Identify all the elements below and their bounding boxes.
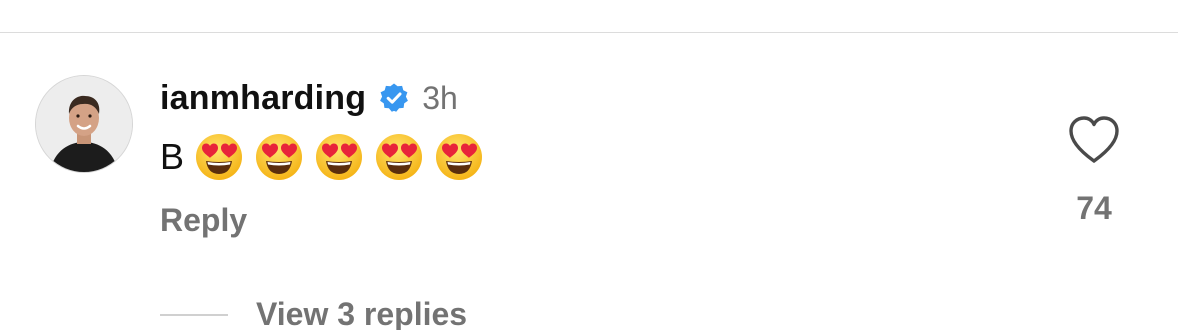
heart-eyes-emoji-icon	[194, 132, 244, 182]
divider	[0, 32, 1178, 33]
comment-header: ianmharding 3h	[160, 76, 458, 120]
comment-text: B	[160, 136, 185, 177]
reply-button[interactable]: Reply	[160, 202, 247, 239]
verified-badge-icon	[378, 82, 410, 114]
username[interactable]: ianmharding	[160, 79, 366, 118]
comment-thread: ianmharding 3h B Reply 74 View 3 replies	[0, 0, 1178, 330]
heart-eyes-emoji-icon	[254, 132, 304, 182]
heart-eyes-emoji-icon	[374, 132, 424, 182]
heart-eyes-emoji-icon	[434, 132, 484, 182]
heart-eyes-emoji-icon	[314, 132, 364, 182]
like-count: 74	[1076, 190, 1112, 226]
view-replies-button[interactable]: View 3 replies	[160, 296, 467, 330]
timestamp: 3h	[422, 79, 458, 116]
view-replies-label: View 3 replies	[256, 296, 468, 330]
replies-line	[160, 313, 228, 316]
avatar[interactable]	[36, 76, 132, 172]
heart-outline-icon[interactable]	[1066, 114, 1122, 166]
comment-body: B	[160, 130, 484, 184]
